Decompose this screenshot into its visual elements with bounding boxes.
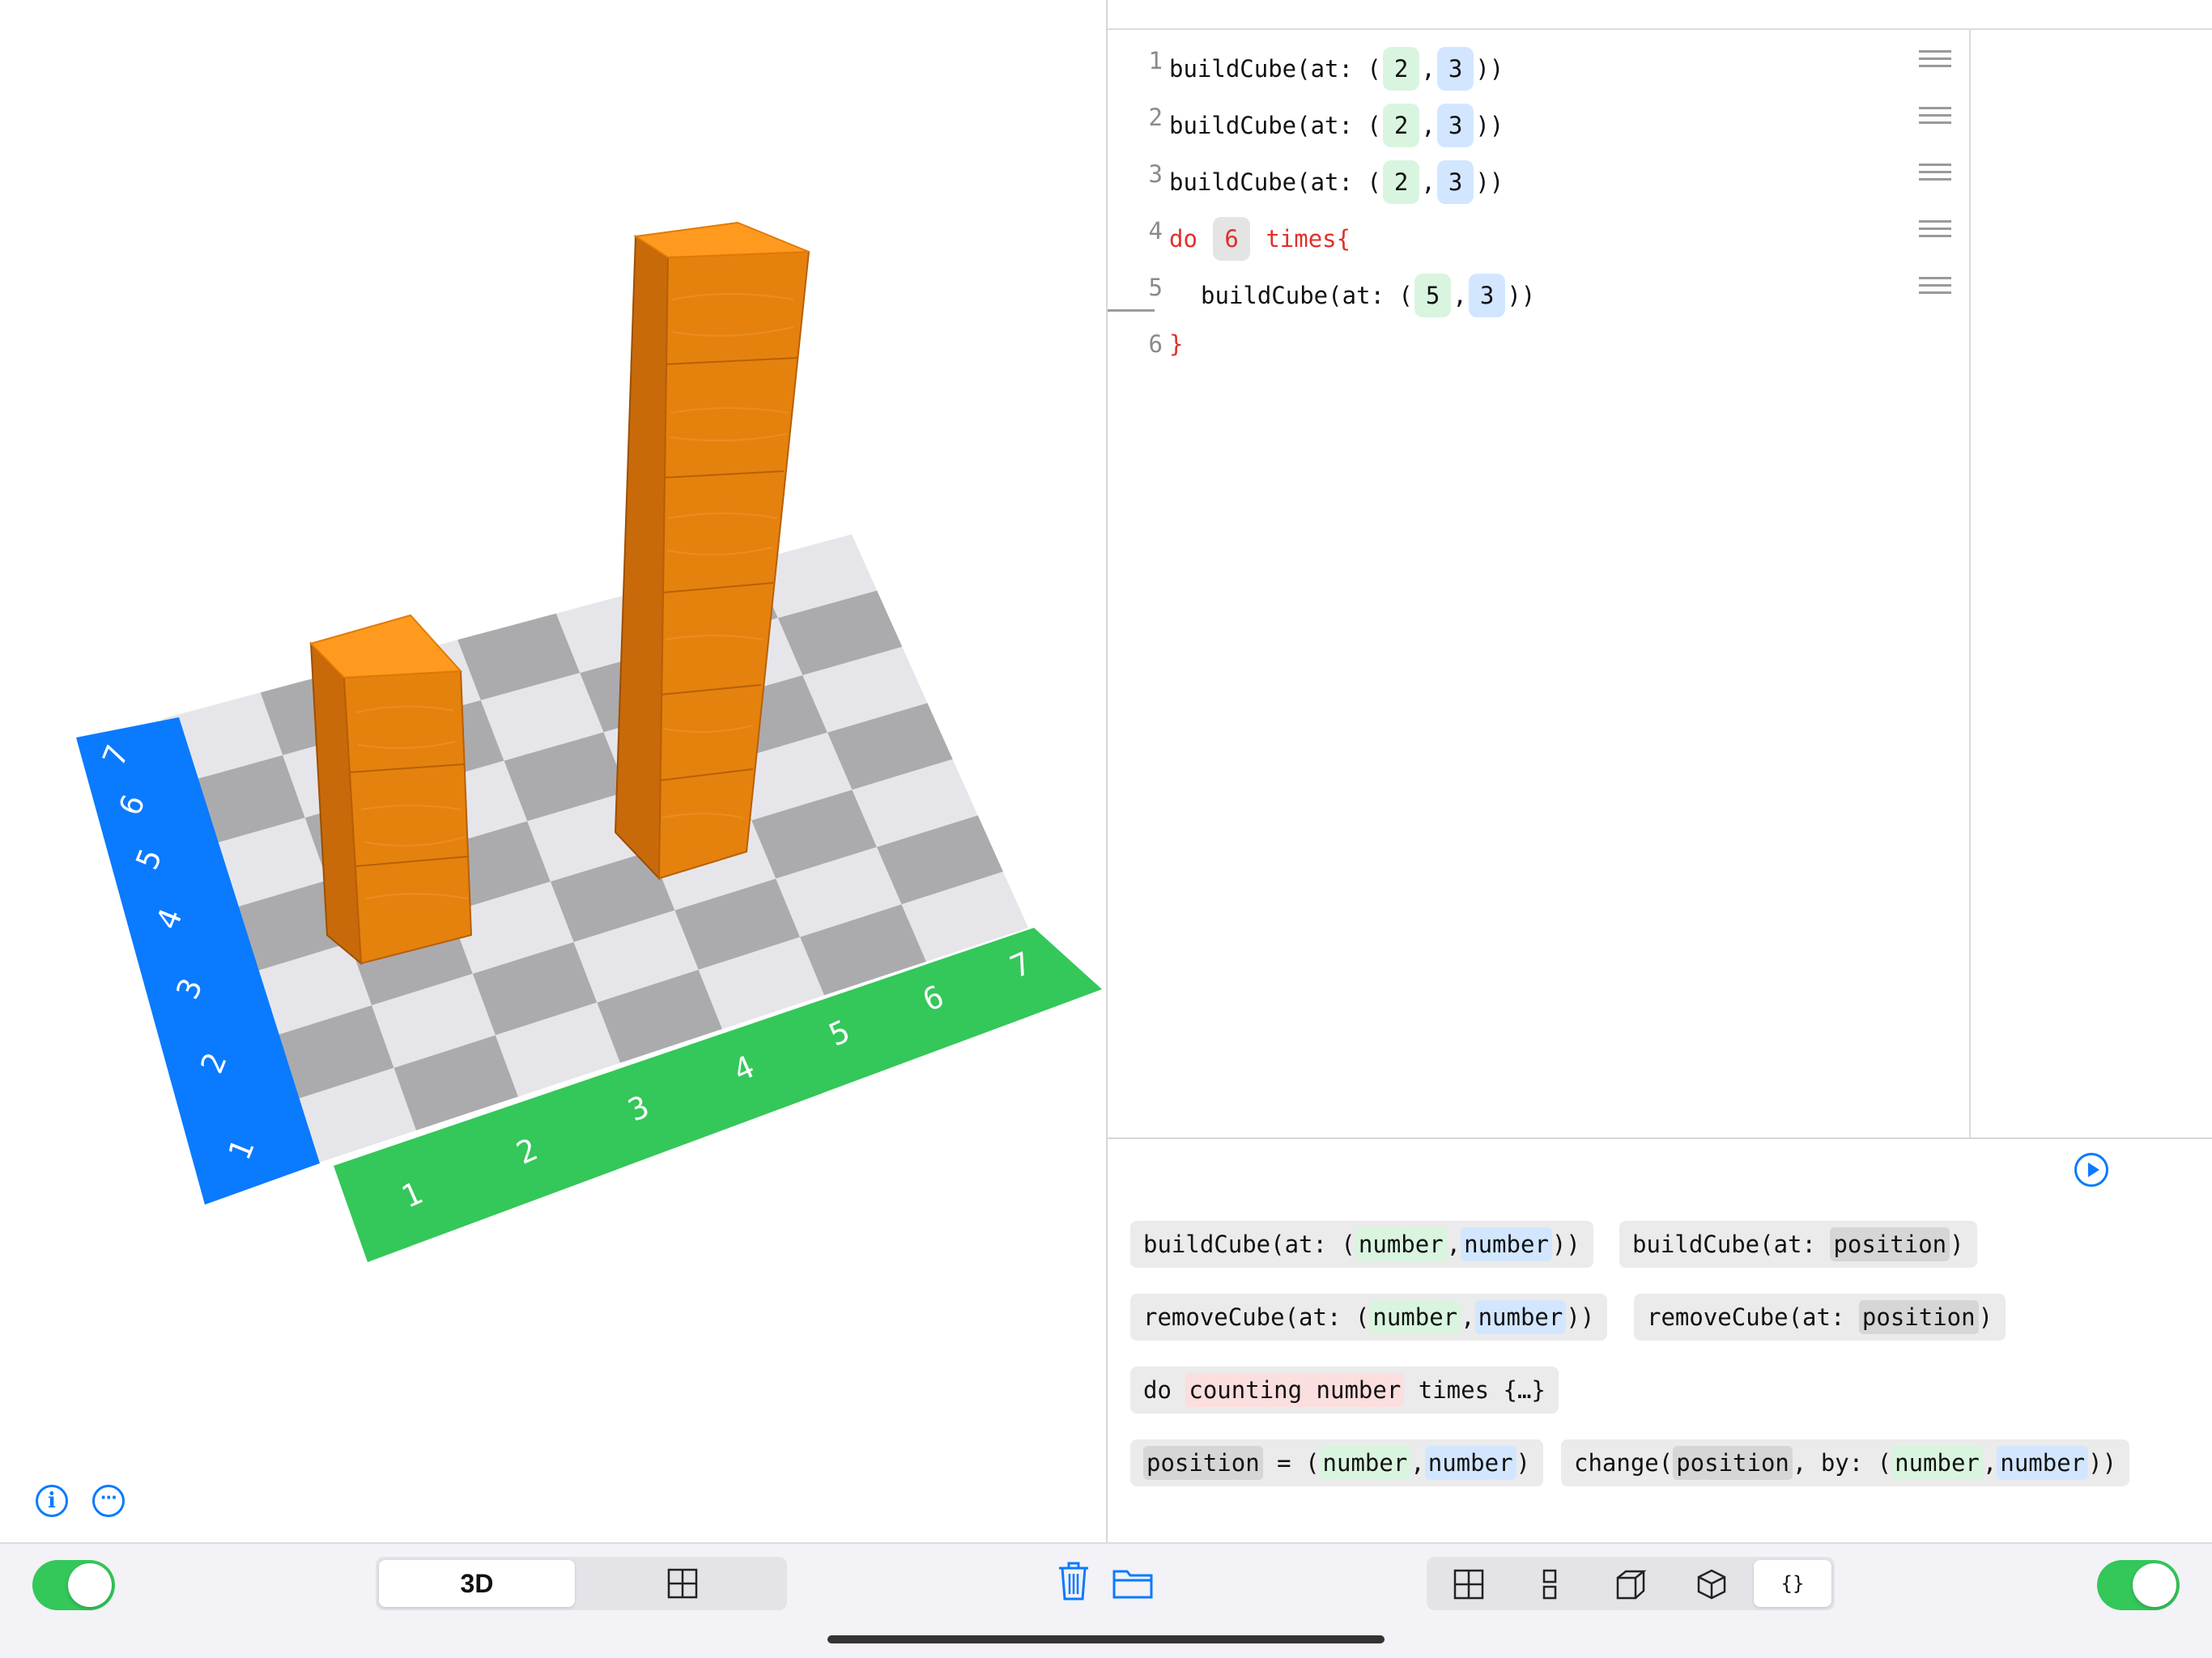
line-number: 5 <box>1148 274 1163 301</box>
cube-stack-short[interactable] <box>309 614 473 966</box>
view-mode-segmented-control[interactable]: 3D <box>376 1557 787 1610</box>
x-value-chip[interactable]: 2 <box>1382 47 1420 91</box>
repeat-count-chip[interactable]: 6 <box>1213 217 1250 261</box>
code-line-4[interactable]: 4 do 6 times{ <box>1108 204 1969 261</box>
drag-handle-icon[interactable] <box>1919 50 1951 70</box>
code-text: buildCube(at: ( <box>1201 282 1413 309</box>
home-indicator <box>827 1635 1385 1643</box>
cube-side-icon <box>1616 1570 1647 1600</box>
more-options-icon[interactable]: ··· <box>92 1485 125 1517</box>
code-text: buildCube(at: ( <box>1169 112 1381 139</box>
code-line-1[interactable]: 1 buildCube(at: (2, 3)) <box>1108 34 1969 91</box>
editor-bottom-divider <box>1108 1137 2212 1139</box>
code-text: buildCube(at: ( <box>1169 55 1381 83</box>
code-line-3[interactable]: 3 buildCube(at: (2, 3)) <box>1108 147 1969 204</box>
grid-view-icon[interactable] <box>667 1568 698 1599</box>
stack-tall-top-face <box>633 221 810 259</box>
tool-cube-3d[interactable] <box>1673 1560 1750 1607</box>
grid-top-icon <box>1453 1569 1484 1600</box>
insertion-marker <box>1108 309 1155 312</box>
checker-board <box>162 534 1028 1164</box>
folder-icon[interactable] <box>1112 1567 1153 1599</box>
code-editor[interactable]: 1 buildCube(at: (2, 3)) 2 buildCube(at: (… <box>1108 30 1969 1139</box>
snippet-removecube-numbers[interactable]: removeCube(at: (number, number)) <box>1130 1294 1608 1341</box>
right-toggle-switch[interactable] <box>2097 1560 2180 1610</box>
times-keyword: times{ <box>1266 225 1351 253</box>
snippet-buildcube-numbers[interactable]: buildCube(at: (number, number)) <box>1130 1221 1593 1268</box>
code-text: buildCube(at: ( <box>1169 168 1381 196</box>
tool-grid-top[interactable] <box>1430 1560 1508 1607</box>
scene-view[interactable]: 1 2 3 4 5 6 7 1 2 3 4 5 6 7 i ··· <box>0 0 1106 1542</box>
view-3d-segment[interactable]: 3D <box>379 1560 575 1607</box>
drag-handle-icon[interactable] <box>1919 220 1951 240</box>
run-play-icon[interactable] <box>2074 1153 2108 1187</box>
snippet-buildcube-position[interactable]: buildCube(at: position) <box>1619 1221 1977 1268</box>
code-line-6[interactable]: 6 } <box>1108 317 1969 366</box>
cube-world-canvas[interactable]: 1 2 3 4 5 6 7 1 2 3 4 5 6 7 <box>0 0 1106 1542</box>
line-number: 3 <box>1148 160 1163 188</box>
snippet-position-assign[interactable]: position = (number, number) <box>1130 1439 1543 1486</box>
y-value-chip[interactable]: 3 <box>1436 47 1474 91</box>
tool-grid-front[interactable] <box>1511 1560 1589 1607</box>
snippet-removecube-position[interactable]: removeCube(at: position) <box>1634 1294 2006 1341</box>
info-icon[interactable]: i <box>36 1485 68 1517</box>
grid-front-icon <box>1542 1569 1557 1600</box>
code-line-2[interactable]: 2 buildCube(at: (2, 3)) <box>1108 91 1969 147</box>
drag-handle-icon[interactable] <box>1919 107 1951 126</box>
trash-icon[interactable] <box>1057 1562 1090 1602</box>
line-number: 4 <box>1148 217 1163 244</box>
do-keyword: do <box>1169 225 1197 253</box>
x-value-chip[interactable]: 2 <box>1382 104 1420 147</box>
snippet-change-position[interactable]: change(position, by: (number, number)) <box>1561 1439 2130 1486</box>
x-value-chip[interactable]: 5 <box>1414 274 1452 317</box>
drag-handle-icon[interactable] <box>1919 277 1951 296</box>
stack-short-front-face <box>342 670 473 965</box>
editor-mode-segmented-control[interactable]: {} <box>1427 1557 1835 1610</box>
y-value-chip[interactable]: 3 <box>1436 104 1474 147</box>
y-value-chip[interactable]: 3 <box>1436 160 1474 204</box>
left-toggle-switch[interactable] <box>32 1560 115 1610</box>
x-value-chip[interactable]: 2 <box>1382 160 1420 204</box>
snippet-do-times-loop[interactable]: do counting number times {…} <box>1130 1367 1559 1414</box>
line-number: 6 <box>1148 330 1163 358</box>
y-value-chip[interactable]: 3 <box>1468 274 1506 317</box>
closing-brace: } <box>1169 330 1184 358</box>
code-line-5[interactable]: 5 buildCube(at: (5, 3)) <box>1108 261 1969 317</box>
cube-3d-icon <box>1697 1569 1726 1600</box>
drag-handle-icon[interactable] <box>1919 164 1951 183</box>
line-number: 2 <box>1148 104 1163 131</box>
line-number: 1 <box>1148 47 1163 74</box>
editor-gutter-divider <box>1969 30 1971 1139</box>
tool-code-braces[interactable]: {} <box>1754 1560 1831 1607</box>
tool-cube-side[interactable] <box>1592 1560 1670 1607</box>
